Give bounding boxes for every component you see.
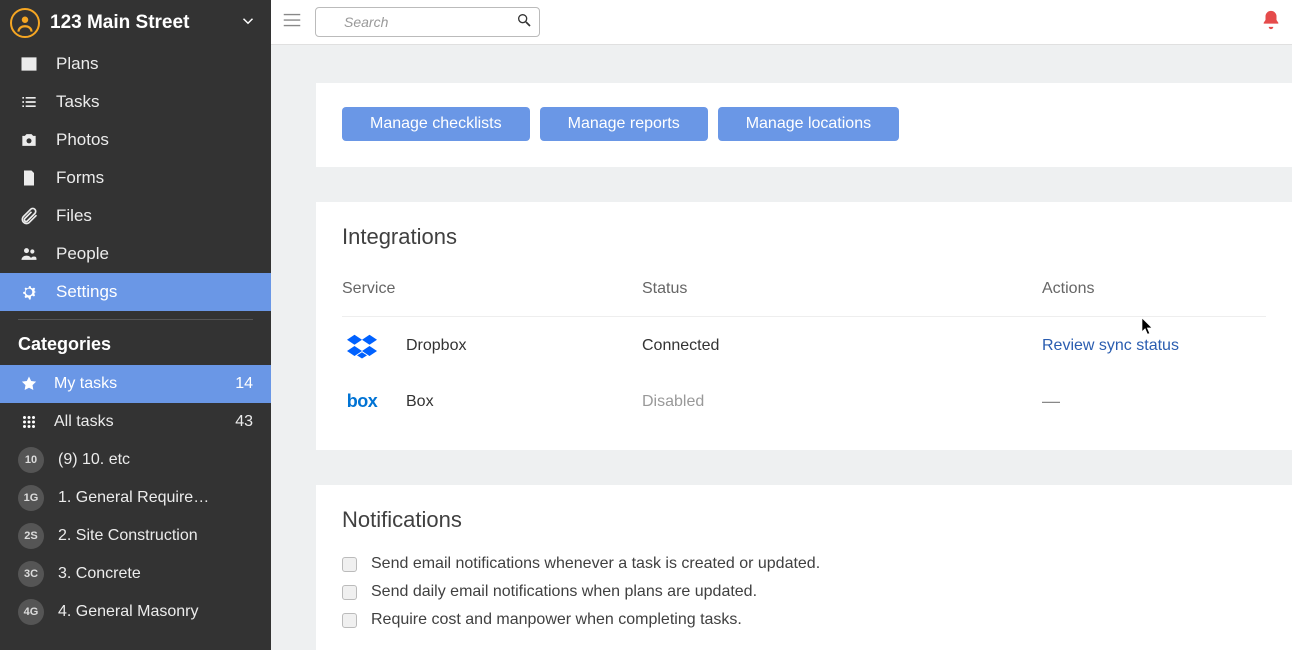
category-item[interactable]: 3C 3. Concrete [0, 555, 271, 593]
sidebar-item-photos[interactable]: Photos [0, 121, 271, 159]
integration-row-box: box Box Disabled — [342, 375, 1266, 428]
integration-action-none: — [1042, 391, 1266, 412]
nav-label: Forms [56, 168, 104, 188]
manage-reports-button[interactable]: Manage reports [540, 107, 708, 141]
sidebar-item-people[interactable]: People [0, 235, 271, 273]
notification-checkbox[interactable] [342, 613, 357, 628]
category-badge: 3C [18, 561, 44, 587]
category-item[interactable]: 1G 1. General Requireme… [0, 479, 271, 517]
app-logo-icon [10, 8, 40, 38]
notification-option[interactable]: Send email notifications whenever a task… [342, 555, 1266, 573]
chevron-down-icon[interactable] [239, 12, 257, 34]
grid-icon [18, 413, 40, 431]
notification-option[interactable]: Require cost and manpower when completin… [342, 611, 1266, 629]
sidebar-item-tasks[interactable]: Tasks [0, 83, 271, 121]
notification-checkbox[interactable] [342, 585, 357, 600]
sidebar-divider [18, 319, 253, 320]
notification-label: Send email notifications whenever a task… [371, 555, 820, 573]
integration-status: Connected [642, 337, 1042, 355]
search-input[interactable] [315, 7, 540, 37]
integration-name: Box [406, 393, 434, 411]
sidebar-item-forms[interactable]: Forms [0, 159, 271, 197]
paperclip-icon [18, 205, 40, 227]
star-icon [18, 375, 40, 393]
plans-icon [18, 53, 40, 75]
category-all-tasks[interactable]: All tasks 43 [0, 403, 271, 441]
tasks-icon [18, 91, 40, 113]
forms-icon [18, 167, 40, 189]
main-content: Manage checklists Manage reports Manage … [271, 45, 1292, 650]
notifications-card: Notifications Send email notifications w… [316, 485, 1292, 650]
col-status: Status [642, 280, 1042, 298]
category-my-tasks[interactable]: My tasks 14 [0, 365, 271, 403]
sidebar-item-files[interactable]: Files [0, 197, 271, 235]
nav-label: Tasks [56, 92, 99, 112]
project-selector[interactable]: 123 Main Street [0, 0, 271, 45]
nav-label: Settings [56, 282, 117, 302]
col-service: Service [342, 280, 642, 298]
notification-checkbox[interactable] [342, 557, 357, 572]
integrations-card: Integrations Service Status Actions Drop… [316, 202, 1292, 450]
integrations-title: Integrations [342, 224, 1266, 250]
manage-card: Manage checklists Manage reports Manage … [316, 83, 1292, 167]
category-badge: 2S [18, 523, 44, 549]
manage-checklists-button[interactable]: Manage checklists [342, 107, 530, 141]
category-label: (9) 10. etc [58, 451, 130, 469]
category-label: All tasks [54, 413, 114, 431]
category-label: 4. General Masonry [58, 603, 199, 621]
gear-icon [18, 281, 40, 303]
integrations-header-row: Service Status Actions [342, 272, 1266, 317]
category-item[interactable]: 4G 4. General Masonry [0, 593, 271, 631]
category-label: My tasks [54, 375, 117, 393]
nav-label: People [56, 244, 109, 264]
integration-row-dropbox: Dropbox Connected Review sync status [342, 317, 1266, 375]
notifications-title: Notifications [342, 507, 1266, 533]
people-icon [18, 243, 40, 265]
category-item[interactable]: 2S 2. Site Construction [0, 517, 271, 555]
category-badge: 1G [18, 485, 44, 511]
notifications-bell-icon[interactable] [1260, 9, 1282, 35]
sidebar-item-settings[interactable]: Settings [0, 273, 271, 311]
nav-label: Files [56, 206, 92, 226]
nav-label: Plans [56, 54, 99, 74]
category-item[interactable]: 10 (9) 10. etc [0, 441, 271, 479]
review-sync-status-link[interactable]: Review sync status [1042, 337, 1179, 354]
col-actions: Actions [1042, 280, 1266, 298]
search-icon[interactable] [516, 12, 532, 32]
categories-title: Categories [0, 324, 271, 365]
notification-option[interactable]: Send daily email notifications when plan… [342, 583, 1266, 601]
category-badge: 10 [18, 447, 44, 473]
menu-icon[interactable] [281, 9, 303, 35]
category-count: 43 [235, 413, 253, 431]
integration-status: Disabled [642, 393, 1042, 411]
manage-locations-button[interactable]: Manage locations [718, 107, 899, 141]
sidebar: 123 Main Street Plans Tasks Photos Forms… [0, 0, 271, 650]
sidebar-item-plans[interactable]: Plans [0, 45, 271, 83]
category-badge: 4G [18, 599, 44, 625]
box-icon: box [342, 391, 382, 412]
search-box [315, 7, 540, 37]
category-label: 2. Site Construction [58, 527, 198, 545]
project-title: 123 Main Street [50, 12, 229, 34]
integration-name: Dropbox [406, 337, 466, 355]
camera-icon [18, 129, 40, 151]
category-count: 14 [235, 375, 253, 393]
notification-label: Require cost and manpower when completin… [371, 611, 742, 629]
dropbox-icon [342, 333, 382, 359]
category-label: 1. General Requireme… [58, 489, 218, 507]
category-label: 3. Concrete [58, 565, 141, 583]
nav-label: Photos [56, 130, 109, 150]
topbar [271, 0, 1292, 45]
notification-label: Send daily email notifications when plan… [371, 583, 757, 601]
